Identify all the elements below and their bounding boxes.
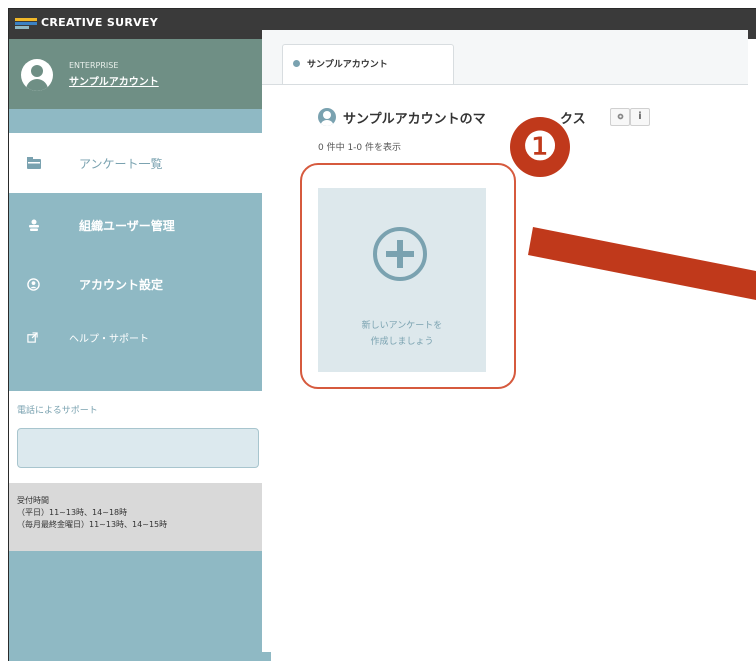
annotation-arrow (528, 227, 756, 300)
annotation-step-badge: ❶ (510, 117, 570, 177)
